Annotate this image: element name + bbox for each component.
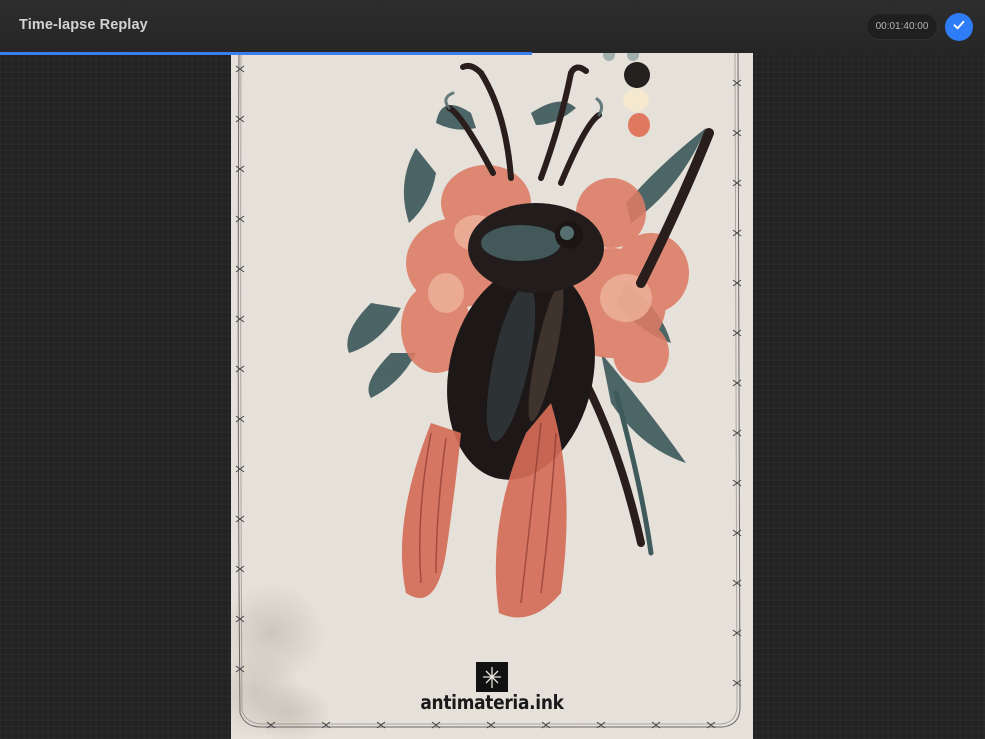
top-bar: Time-lapse Replay 00:01:40:00 bbox=[0, 0, 985, 53]
artwork-illustration bbox=[231, 53, 753, 739]
artwork-canvas: antimateria.ink bbox=[231, 53, 753, 739]
timelapse-replay-screen: Time-lapse Replay 00:01:40:00 antimateri… bbox=[0, 0, 985, 739]
scrubber-progress bbox=[0, 52, 532, 55]
timecode-display: 00:01:40:00 bbox=[866, 13, 938, 40]
watermark-text: antimateria.ink bbox=[420, 691, 564, 715]
done-button[interactable] bbox=[945, 13, 973, 41]
timelapse-scrubber[interactable] bbox=[0, 52, 985, 55]
checkmark-icon bbox=[952, 18, 966, 37]
page-title: Time-lapse Replay bbox=[19, 17, 148, 33]
